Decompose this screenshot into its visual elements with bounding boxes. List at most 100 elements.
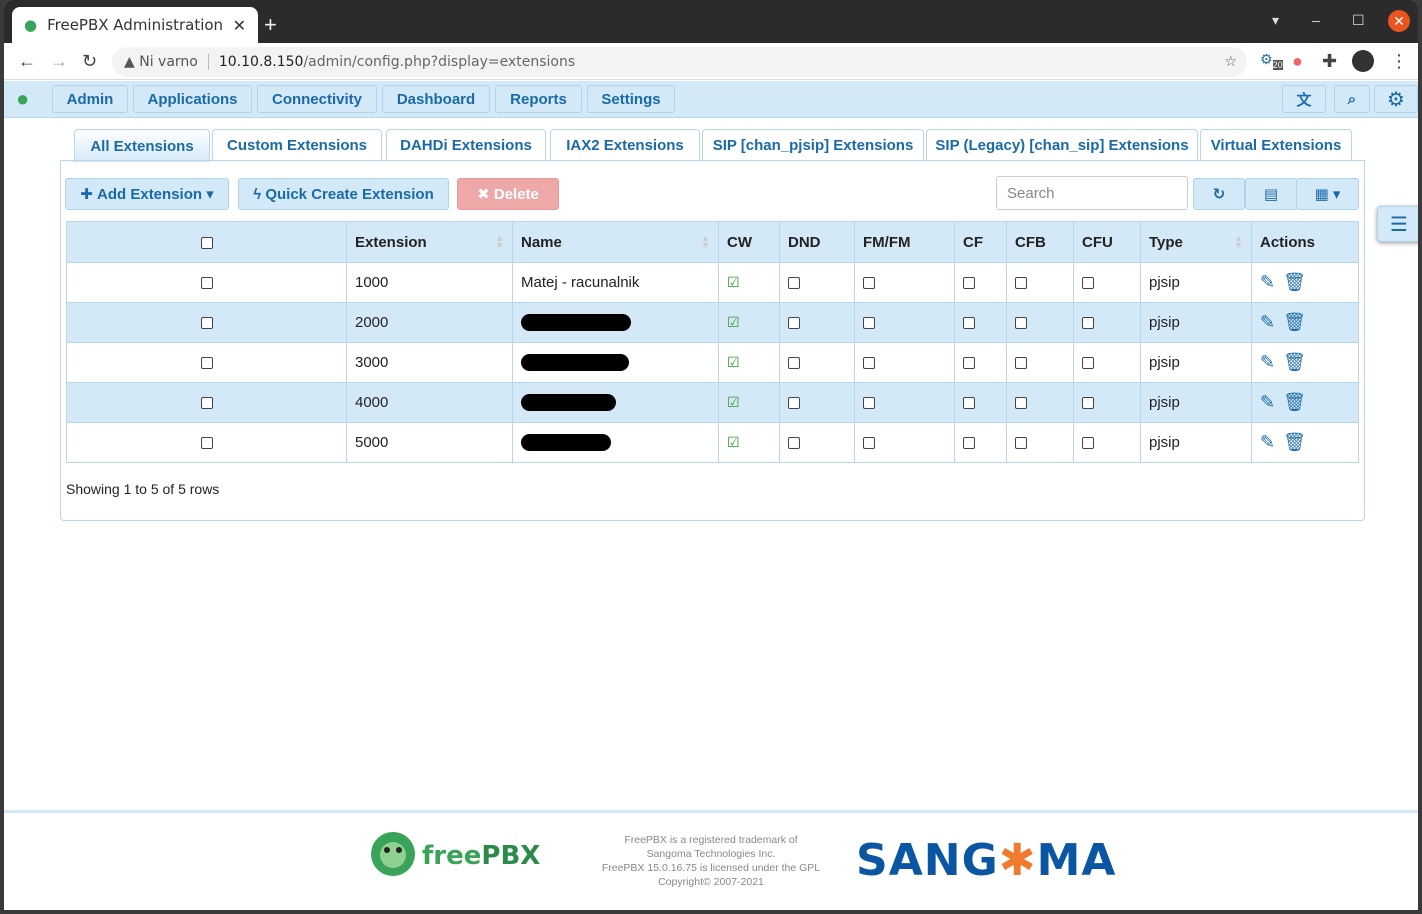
row-select-checkbox[interactable]: [200, 437, 213, 450]
refresh-button[interactable]: ↻: [1193, 178, 1245, 210]
tab-virtual-extensions[interactable]: Virtual Extensions: [1200, 129, 1352, 161]
url-input[interactable]: ▲ Ni varno 10.10.8.150/admin/config.php?…: [112, 47, 1247, 77]
record-extension-icon[interactable]: ●: [1292, 51, 1303, 72]
feature-checkbox: [963, 437, 975, 450]
extension-cell: 1000: [346, 262, 513, 303]
cw-checked-icon: ☑: [727, 394, 740, 410]
back-icon[interactable]: ←: [18, 51, 36, 72]
close-tab-icon[interactable]: ✕: [233, 16, 246, 35]
feature-checkbox: [1082, 397, 1094, 410]
nav-dashboard[interactable]: Dashboard: [382, 85, 490, 113]
url-host: 10.10.8.150: [207, 54, 303, 70]
avatar[interactable]: [1352, 50, 1374, 72]
nav-applications[interactable]: Applications: [133, 85, 252, 113]
table-row: 3000 ☑ pjsip ✎ 🗑: [66, 342, 1359, 383]
list-toggle-icon[interactable]: ☰: [1377, 206, 1418, 242]
forward-icon[interactable]: →: [50, 51, 68, 72]
header-extension[interactable]: Extension ▲ ▼: [346, 221, 513, 263]
select-all-checkbox[interactable]: [200, 236, 213, 249]
table-row: 2000 ☑ pjsip ✎ 🗑: [66, 302, 1359, 343]
new-tab-icon[interactable]: +: [264, 12, 277, 38]
feature-checkbox: [1015, 437, 1027, 450]
url-path: /admin/config.php?display=extensions: [303, 54, 576, 70]
gear-icon[interactable]: ⚙: [1374, 85, 1418, 113]
puzzle-icon[interactable]: ✚: [1322, 51, 1337, 72]
tab-iax2-extensions[interactable]: IAX2 Extensions: [550, 129, 700, 161]
trash-icon[interactable]: 🗑: [1283, 352, 1306, 372]
header-type[interactable]: Type ▲ ▼: [1140, 221, 1252, 263]
nav-reports[interactable]: Reports: [495, 85, 582, 113]
reload-icon[interactable]: ↻: [82, 51, 97, 72]
tab-custom-extensions[interactable]: Custom Extensions: [212, 129, 382, 161]
feature-checkbox: [788, 317, 800, 330]
extension-cell: 2000: [346, 302, 513, 343]
feature-checkbox: [788, 437, 800, 450]
trash-icon[interactable]: 🗑: [1283, 272, 1306, 292]
maximize-icon[interactable]: ☐: [1352, 12, 1365, 29]
tab-dahdi-extensions[interactable]: DAHDi Extensions: [386, 129, 546, 161]
feature-checkbox: [1082, 317, 1094, 330]
redacted-name: [521, 394, 616, 412]
cw-checked-icon: ☑: [727, 274, 740, 290]
quick-create-extension-button[interactable]: ϟ Quick Create Extension: [238, 178, 449, 210]
search-icon[interactable]: ⌕: [1334, 85, 1370, 113]
delete-button[interactable]: ✖ Delete: [457, 178, 559, 210]
trash-icon[interactable]: 🗑: [1283, 312, 1306, 332]
add-extension-button[interactable]: ✚ Add Extension ▾: [65, 178, 229, 210]
type-cell: pjsip: [1140, 302, 1252, 343]
row-select-checkbox[interactable]: [200, 357, 213, 370]
sort-icon: ▲ ▼: [1234, 233, 1243, 250]
redacted-name: [521, 314, 631, 332]
edit-icon[interactable]: ✎: [1260, 352, 1275, 372]
nav-admin[interactable]: Admin: [52, 85, 128, 113]
freepbx-frog-icon: [371, 832, 415, 876]
trash-icon[interactable]: 🗑: [1283, 392, 1306, 412]
warning-icon: ▲: [124, 54, 135, 70]
type-cell: pjsip: [1140, 422, 1252, 463]
nav-settings[interactable]: Settings: [587, 85, 675, 113]
feature-checkbox: [863, 437, 875, 450]
browser-tab[interactable]: ● FreePBX Administration ✕: [12, 7, 258, 43]
freepbx-logo-icon[interactable]: ●: [16, 86, 29, 112]
table-row: 1000 Matej - racunalnik ☑ pjsip ✎ 🗑: [66, 262, 1359, 303]
row-select-checkbox[interactable]: [200, 277, 213, 290]
header-dnd: DND: [779, 221, 855, 263]
footer: freePBX FreePBX is a registered trademar…: [4, 810, 1418, 910]
menu-icon[interactable]: ⋮: [1390, 51, 1408, 72]
cw-checked-icon: ☑: [727, 434, 740, 450]
edit-icon[interactable]: ✎: [1260, 432, 1275, 452]
redacted-name: [521, 354, 629, 372]
columns-toggle-button[interactable]: ▦ ▾: [1296, 178, 1359, 210]
minimize-icon[interactable]: –: [1312, 12, 1320, 28]
header-name[interactable]: Name ▲ ▼: [512, 221, 719, 263]
close-window-icon[interactable]: ✕: [1388, 10, 1410, 32]
extension-cell: 3000: [346, 342, 513, 383]
language-icon[interactable]: 文: [1282, 85, 1326, 113]
edit-icon[interactable]: ✎: [1260, 392, 1275, 412]
export-list-button[interactable]: ▤: [1245, 178, 1297, 210]
feature-checkbox: [788, 357, 800, 370]
feature-checkbox: [1015, 277, 1027, 290]
nav-connectivity[interactable]: Connectivity: [257, 85, 377, 113]
feature-checkbox: [863, 397, 875, 410]
search-input[interactable]: Search: [996, 176, 1188, 210]
tab-search-icon[interactable]: ▾: [1272, 12, 1279, 29]
row-select-checkbox[interactable]: [200, 397, 213, 410]
cw-checked-icon: ☑: [727, 314, 740, 330]
feature-checkbox: [1015, 397, 1027, 410]
tab-pjsip-extensions[interactable]: SIP [chan_pjsip] Extensions: [702, 129, 924, 161]
trash-icon[interactable]: 🗑: [1283, 432, 1306, 452]
freepbx-logo: freePBX: [370, 831, 540, 881]
title-bar: ● FreePBX Administration ✕ + ▾ – ☐ ✕: [4, 0, 1418, 43]
header-fmfm: FM/FM: [854, 221, 955, 263]
extension-icon[interactable]: ⚙20: [1260, 51, 1283, 70]
extensions-table: Extension ▲ ▼ Name ▲ ▼ CW DND FM/FM CF CFB C…: [66, 221, 1359, 463]
bookmark-star-icon[interactable]: ☆: [1224, 54, 1237, 70]
tab-chan-sip-extensions[interactable]: SIP (Legacy) [chan_sip] Extensions: [926, 129, 1198, 161]
tab-all-extensions[interactable]: All Extensions: [74, 129, 210, 162]
row-select-checkbox[interactable]: [200, 317, 213, 330]
edit-icon[interactable]: ✎: [1260, 312, 1275, 332]
edit-icon[interactable]: ✎: [1260, 272, 1275, 292]
cw-checked-icon: ☑: [727, 354, 740, 370]
header-cf: CF: [954, 221, 1007, 263]
